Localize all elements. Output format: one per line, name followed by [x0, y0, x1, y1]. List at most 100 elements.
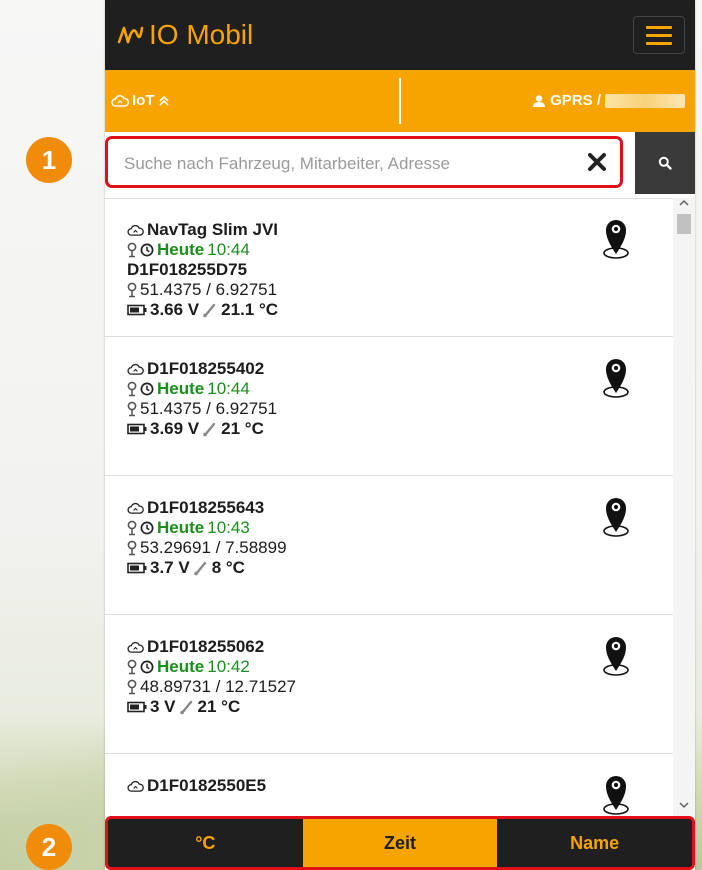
last-seen-time: 10:42: [207, 657, 250, 676]
last-seen-day: Heute: [157, 240, 205, 259]
menu-toggle-button[interactable]: [633, 16, 685, 54]
item-title-line: D1F0182550E5: [127, 776, 673, 796]
cloud-sync-icon: [127, 502, 144, 514]
pin-icon: [127, 401, 137, 417]
map-marker-icon[interactable]: [601, 772, 631, 816]
last-seen-time: 10:44: [207, 240, 250, 259]
status-divider: [399, 78, 401, 124]
item-coords-line: 51.4375 / 6.92751: [127, 280, 673, 300]
battery-voltage: 3.66 V: [150, 300, 200, 319]
annotation-badge-1: 1: [26, 137, 72, 183]
map-marker-icon[interactable]: [601, 494, 631, 538]
top-navbar: IO Mobil: [105, 0, 695, 70]
connection-status[interactable]: GPRS /: [532, 92, 685, 109]
item-time-line: Heute 10:44: [127, 240, 673, 260]
redacted-username: [605, 93, 685, 108]
thermometer-icon: [203, 422, 216, 437]
clock-icon: [140, 660, 154, 674]
map-marker-icon[interactable]: [601, 355, 631, 399]
item-time-line: Heute 10:44: [127, 379, 673, 399]
cloud-sync-icon: [127, 641, 144, 653]
last-seen-day: Heute: [157, 379, 205, 398]
battery-icon: [127, 304, 147, 316]
device-name: D1F018255402: [147, 359, 265, 378]
last-seen-day: Heute: [157, 657, 205, 676]
brand[interactable]: IO Mobil: [115, 19, 253, 51]
cloud-sync-icon: [111, 94, 129, 107]
clock-icon: [140, 382, 154, 396]
cloud-sync-icon: [127, 224, 144, 236]
hamburger-icon-line: [646, 41, 672, 45]
battery-voltage: 3 V: [150, 697, 176, 716]
item-sensor-line: 3.69 V 21 °C: [127, 419, 673, 439]
coordinates: 53.29691 / 7.58899: [140, 538, 287, 557]
list-scrollbar[interactable]: [673, 198, 695, 816]
hamburger-icon: [646, 25, 672, 29]
close-icon[interactable]: [584, 149, 610, 175]
battery-voltage: 3.7 V: [150, 558, 190, 577]
cloud-sync-icon: [127, 780, 144, 792]
map-marker-icon[interactable]: [601, 216, 631, 260]
chevron-up-icon[interactable]: [678, 198, 690, 208]
item-sensor-line: 3 V 21 °C: [127, 697, 673, 717]
thermometer-icon: [179, 700, 192, 715]
sort-by-name-button[interactable]: Name: [497, 819, 692, 867]
scroll-thumb[interactable]: [677, 214, 691, 234]
device-name: D1F018255643: [147, 498, 265, 517]
app-title: IO Mobil: [149, 19, 254, 50]
hamburger-icon-line: [646, 33, 672, 37]
list-item[interactable]: NavTag Slim JVI Heute 10:44 D1F018255D75…: [105, 198, 673, 337]
pin-icon: [127, 282, 137, 298]
map-marker-icon[interactable]: [601, 633, 631, 677]
pin-icon: [127, 520, 137, 536]
pin-icon: [127, 381, 137, 397]
io-logo-icon: [117, 26, 144, 44]
pin-icon: [127, 659, 137, 675]
chevron-down-icon[interactable]: [678, 800, 690, 810]
device-name: NavTag Slim JVI: [147, 220, 279, 239]
search-row: [105, 132, 695, 199]
battery-icon: [127, 701, 147, 713]
search-icon: [658, 156, 672, 170]
annotation-badge-2: 2: [26, 824, 72, 870]
item-title-line: D1F018255402: [127, 359, 673, 379]
device-id: D1F018255D75: [127, 260, 248, 279]
item-time-line: Heute 10:43: [127, 518, 673, 538]
pin-icon: [127, 540, 137, 556]
item-time-line: Heute 10:42: [127, 657, 673, 677]
temperature: 21 °C: [197, 697, 241, 716]
battery-icon: [127, 562, 147, 574]
device-name: D1F0182550E5: [147, 776, 267, 795]
coordinates: 51.4375 / 6.92751: [140, 280, 278, 299]
sort-by-temperature-button[interactable]: °C: [108, 819, 303, 867]
coordinates: 51.4375 / 6.92751: [140, 399, 278, 418]
item-title-line: D1F018255062: [127, 637, 673, 657]
list-item[interactable]: D1F0182550E5: [105, 754, 673, 816]
temperature: 21 °C: [221, 419, 264, 438]
iot-toggle[interactable]: IoT: [111, 92, 170, 109]
search-button[interactable]: [635, 132, 695, 194]
search-input[interactable]: [122, 151, 566, 177]
device-name: D1F018255062: [147, 637, 265, 656]
last-seen-time: 10:43: [207, 518, 250, 537]
last-seen-time: 10:44: [207, 379, 250, 398]
item-sensor-line: 3.7 V 8 °C: [127, 558, 673, 578]
thermometer-icon: [193, 561, 206, 576]
mobile-app-window: IO Mobil IoT GPRS / Suche nach Fahrzeug,…: [105, 0, 695, 870]
thermometer-icon: [203, 303, 216, 318]
item-title-line: NavTag Slim JVI: [127, 220, 673, 240]
list-item[interactable]: D1F018255062 Heute 10:42 48.89731 / 12.7…: [105, 615, 673, 754]
item-sensor-line: 3.66 V 21.1 °C: [127, 300, 673, 320]
status-bar: IoT GPRS /: [105, 70, 695, 132]
list-item[interactable]: D1F018255402 Heute 10:44 51.4375 / 6.927…: [105, 337, 673, 476]
cloud-sync-icon: [127, 363, 144, 375]
item-coords-line: 48.89731 / 12.71527: [127, 677, 673, 697]
coordinates: 48.89731 / 12.71527: [140, 677, 296, 696]
search-box: [105, 136, 623, 188]
double-chevron-up-icon: [158, 95, 169, 106]
sort-by-time-button[interactable]: Zeit: [302, 819, 498, 867]
sort-bar: °C Zeit Name: [105, 816, 695, 870]
last-seen-day: Heute: [157, 518, 205, 537]
pin-icon: [127, 242, 137, 258]
list-item[interactable]: D1F018255643 Heute 10:43 53.29691 / 7.58…: [105, 476, 673, 615]
